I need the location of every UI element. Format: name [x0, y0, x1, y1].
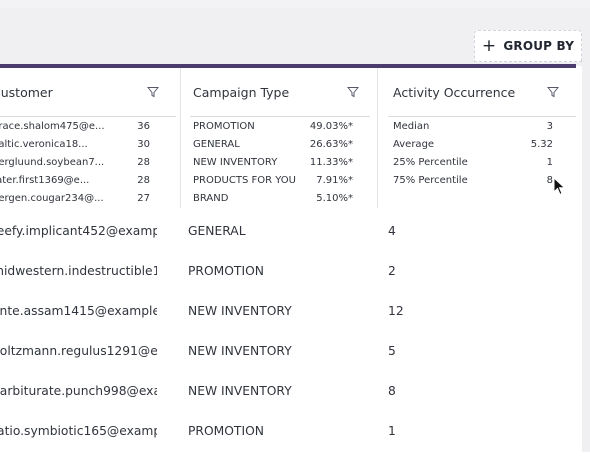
group-by-button[interactable]: + GROUP BY [474, 30, 582, 62]
group-by-label: GROUP BY [503, 39, 575, 53]
summary-customer-name: bergen.cougar234@... [0, 193, 104, 204]
summary-row: BRAND 5.10%* [193, 190, 361, 208]
summary-count: 36 [137, 121, 150, 132]
cell-activity-occurrence: 1 [388, 424, 396, 438]
summary-stat-value: 5.32 [530, 139, 553, 150]
summary-campaign-type: PROMOTION [193, 121, 255, 132]
summary-campaign-type: NEW INVENTORY [193, 157, 278, 168]
summary-stat-value: 3 [546, 121, 553, 132]
summary-count: 28 [137, 175, 150, 186]
summary-row: GENERAL 26.63%* [193, 136, 361, 154]
summary-stat-value: 1 [546, 157, 553, 168]
summary-percent: 5.10%* [316, 193, 353, 204]
summary-campaign-type: PRODUCTS FOR YOU [193, 175, 296, 186]
filter-icon[interactable] [546, 85, 560, 99]
cell-campaign-type: PROMOTION [188, 264, 264, 278]
campaign-summary: PROMOTION 49.03%* GENERAL 26.63%* NEW INVE… [193, 118, 361, 208]
summary-count: 28 [137, 157, 150, 168]
column-label-customer: Customer [0, 84, 53, 100]
cell-campaign-type: GENERAL [188, 224, 246, 238]
summary-row: Average 5.32 [393, 136, 553, 154]
summary-percent: 7.91%* [316, 175, 353, 186]
table-row[interactable]: barbiturate.punch998@example.com NEW INV… [0, 384, 576, 424]
summary-percent: 26.63%* [309, 139, 353, 150]
scroll-edge [582, 8, 590, 452]
summary-stat-label: 75% Percentile [393, 175, 468, 186]
summary-row: rater.first1369@e... 28 [0, 172, 160, 190]
column-header-activity-occurrence[interactable]: Activity Occurrence [393, 68, 560, 116]
header-divider [388, 116, 576, 117]
cell-activity-occurrence: 8 [388, 384, 396, 398]
summary-stat-label: 25% Percentile [393, 157, 468, 168]
plus-icon: + [481, 35, 497, 56]
header-divider [0, 116, 176, 117]
summary-campaign-type: GENERAL [193, 139, 240, 150]
summary-customer-name: baltic.veronica18... [0, 139, 88, 150]
header-divider [190, 116, 370, 117]
column-label-campaign-type: Campaign Type [193, 84, 290, 100]
summary-row: NEW INVENTORY 11.33%* [193, 154, 361, 172]
table-row[interactable]: ante.assam1415@example.com NEW INVENTORY… [0, 304, 576, 344]
cell-campaign-type: NEW INVENTORY [188, 304, 292, 318]
summary-stat-label: Average [393, 139, 435, 150]
cell-customer: reefy.implicant452@example.com [0, 224, 157, 238]
summary-count: 27 [137, 193, 150, 204]
cell-customer: ante.assam1415@example.com [0, 304, 157, 318]
summary-row: PRODUCTS FOR YOU 7.91%* [193, 172, 361, 190]
summary-row: PROMOTION 49.03%* [193, 118, 361, 136]
summary-percent: 11.33%* [309, 157, 353, 168]
column-header-customer[interactable]: Customer [0, 68, 160, 116]
summary-row: 75% Percentile 8 [393, 172, 553, 190]
filter-icon[interactable] [346, 85, 360, 99]
summary-customer-name: rater.first1369@e... [0, 175, 90, 186]
summary-row: grace.shalom475@e... 36 [0, 118, 160, 136]
summary-customer-name: grace.shalom475@e... [0, 121, 105, 132]
column-divider [377, 68, 378, 208]
filter-icon[interactable] [146, 85, 160, 99]
mouse-pointer-icon [553, 177, 566, 196]
cell-customer: midwestern.indestructible108@example.com [0, 264, 157, 278]
summary-percent: 49.03%* [309, 121, 353, 132]
column-label-activity-occurrence: Activity Occurrence [393, 84, 516, 100]
customer-summary: grace.shalom475@e... 36 baltic.veronica18… [0, 118, 160, 208]
summary-customer-name: bergluund.soybean7... [0, 157, 105, 168]
summary-campaign-type: BRAND [193, 193, 229, 204]
column-header-campaign-type[interactable]: Campaign Type [193, 68, 360, 116]
summary-row: 25% Percentile 1 [393, 154, 553, 172]
column-divider [180, 68, 181, 208]
table-row[interactable]: ratio.symbiotic165@example.com PROMOTION… [0, 424, 576, 464]
cell-campaign-type: NEW INVENTORY [188, 344, 292, 358]
summary-stat-label: Median [393, 121, 430, 132]
summary-row: Median 3 [393, 118, 553, 136]
summary-row: bergen.cougar234@... 27 [0, 190, 160, 208]
table-row[interactable]: reefy.implicant452@example.com GENERAL 4 [0, 224, 576, 264]
cell-customer: barbiturate.punch998@example.com [0, 384, 157, 398]
cell-campaign-type: NEW INVENTORY [188, 384, 292, 398]
cell-activity-occurrence: 4 [388, 224, 396, 238]
summary-stat-value: 8 [546, 175, 553, 186]
summary-count: 30 [137, 139, 150, 150]
cell-customer: boltzmann.regulus1291@example.com [0, 344, 157, 358]
cell-activity-occurrence: 12 [388, 304, 404, 318]
summary-row: baltic.veronica18... 30 [0, 136, 160, 154]
table-row[interactable]: midwestern.indestructible108@example.com… [0, 264, 576, 304]
cell-activity-occurrence: 5 [388, 344, 396, 358]
summary-row: bergluund.soybean7... 28 [0, 154, 160, 172]
cell-activity-occurrence: 2 [388, 264, 396, 278]
table-row[interactable]: boltzmann.regulus1291@example.com NEW IN… [0, 344, 576, 384]
cell-campaign-type: PROMOTION [188, 424, 264, 438]
activity-summary: Median 3 Average 5.32 25% Percentile 1 75% … [393, 118, 553, 190]
cell-customer: ratio.symbiotic165@example.com [0, 424, 157, 438]
